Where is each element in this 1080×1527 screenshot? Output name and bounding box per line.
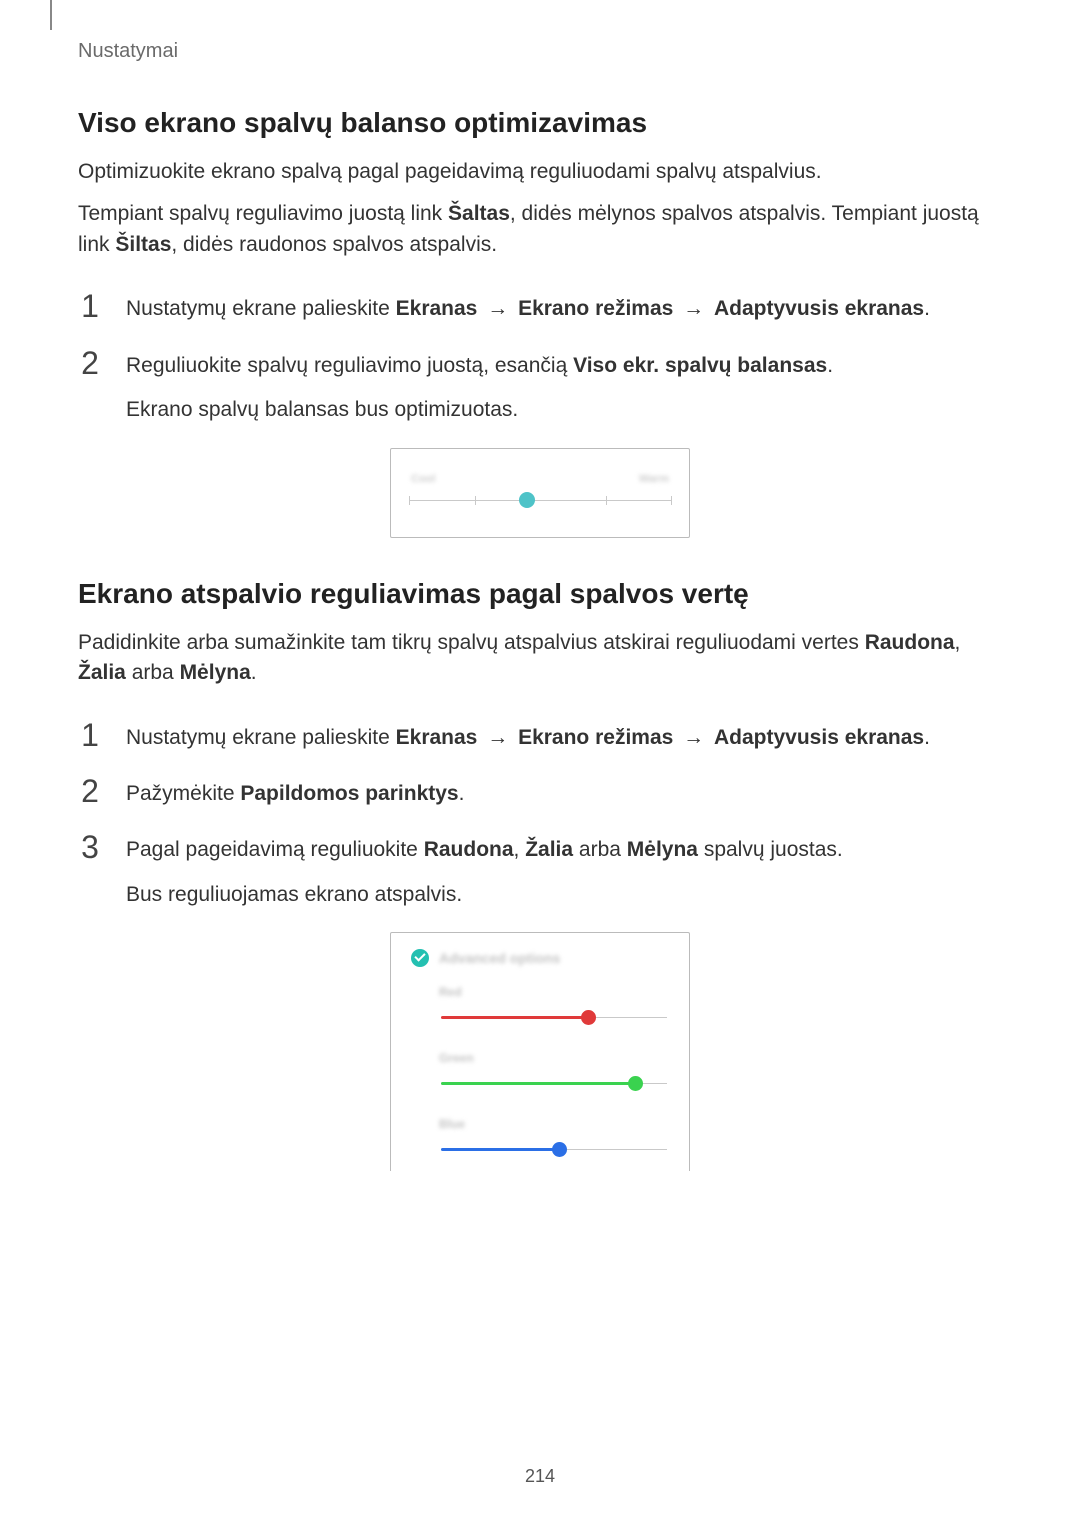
step-text: Nustatymų ekrane palieskite Ekranas → Ek… (126, 719, 1002, 753)
step-2: 2 Reguliuokite spalvų reguliavimo juostą… (78, 347, 1002, 426)
slider-red-container: Red (439, 985, 669, 1025)
step-number: 2 (78, 347, 102, 379)
slider-thumb[interactable] (519, 492, 535, 508)
text: Padidinkite arba sumažinkite tam tikrų s… (78, 631, 865, 654)
slider-thumb-red[interactable] (581, 1010, 596, 1025)
text: Nustatymų ekrane palieskite (126, 297, 396, 320)
step-1: 1 Nustatymų ekrane palieskite Ekranas → … (78, 290, 1002, 324)
heading-color-value: Ekrano atspalvio reguliavimas pagal spal… (78, 578, 1002, 610)
step-text: Reguliuokite spalvų reguliavimo juostą, … (126, 347, 1002, 426)
advanced-header[interactable]: Advanced options (411, 949, 669, 967)
slider-fill-green (441, 1082, 635, 1085)
slider-blue-container: Blue (439, 1117, 669, 1157)
step-subtext: Ekrano spalvų balansas bus optimizuotas. (126, 395, 1002, 425)
text: Nustatymų ekrane palieskite (126, 726, 396, 749)
bold-text: Ekranas (396, 297, 478, 320)
step-1: 1 Nustatymų ekrane palieskite Ekranas → … (78, 719, 1002, 753)
bold-text: Raudona (424, 838, 514, 861)
slider-fill-red (441, 1016, 588, 1019)
step-text: Nustatymų ekrane palieskite Ekranas → Ek… (126, 290, 1002, 324)
slider-label-green: Green (439, 1051, 669, 1065)
slider-label-right: Warm (639, 473, 669, 485)
arrow-icon: → (483, 723, 512, 753)
bold-text: Šiltas (115, 233, 171, 256)
arrow-icon: → (679, 723, 708, 753)
slider-tick (475, 496, 476, 505)
slider-track-blue[interactable] (441, 1143, 667, 1157)
advanced-title: Advanced options (439, 950, 560, 966)
text: . (251, 661, 257, 684)
slider-tick (671, 496, 672, 505)
page-side-rule (50, 0, 52, 30)
text: , (514, 838, 526, 861)
paragraph: Padidinkite arba sumažinkite tam tikrų s… (78, 628, 1002, 689)
slider-fill-blue (441, 1148, 559, 1151)
step-text: Pagal pageidavimą reguliuokite Raudona, … (126, 831, 1002, 910)
step-2: 2 Pažymėkite Papildomos parinktys. (78, 775, 1002, 809)
bold-text: Žalia (78, 661, 126, 684)
slider-track[interactable] (409, 495, 671, 507)
bold-text: Mėlyna (180, 661, 251, 684)
figure-color-balance-slider: Cool Warm (390, 448, 690, 538)
page-number: 214 (0, 1466, 1080, 1487)
slider-tick (606, 496, 607, 505)
text: Pagal pageidavimą reguliuokite (126, 838, 424, 861)
text: Reguliuokite spalvų reguliavimo juostą, … (126, 354, 573, 377)
bold-text: Raudona (865, 631, 955, 654)
text: . (924, 726, 930, 749)
bold-text: Ekrano režimas (518, 726, 673, 749)
bold-text: Papildomos parinktys (240, 782, 458, 805)
slider-thumb-green[interactable] (628, 1076, 643, 1091)
bold-text: Adaptyvusis ekranas (714, 297, 924, 320)
text: arba (573, 838, 627, 861)
bold-text: Viso ekr. spalvų balansas (573, 354, 827, 377)
slider-track-red[interactable] (441, 1011, 667, 1025)
slider-labels: Cool Warm (407, 473, 673, 485)
slider-line (409, 500, 671, 501)
step-number: 3 (78, 831, 102, 863)
text: arba (126, 661, 180, 684)
step-subtext: Bus reguliuojamas ekrano atspalvis. (126, 880, 1002, 910)
bold-text: Šaltas (448, 202, 510, 225)
checkmark-icon[interactable] (411, 949, 429, 967)
text: Tempiant spalvų reguliavimo juostą link (78, 202, 448, 225)
slider-green-container: Green (439, 1051, 669, 1091)
slider-label-red: Red (439, 985, 669, 999)
arrow-icon: → (679, 294, 708, 324)
step-number: 1 (78, 290, 102, 322)
heading-color-balance: Viso ekrano spalvų balanso optimizavimas (78, 107, 1002, 139)
slider-label-blue: Blue (439, 1117, 669, 1131)
paragraph: Optimizuokite ekrano spalvą pagal pageid… (78, 157, 1002, 187)
bold-text: Ekranas (396, 726, 478, 749)
step-number: 2 (78, 775, 102, 807)
step-3: 3 Pagal pageidavimą reguliuokite Raudona… (78, 831, 1002, 910)
text: , didės raudonos spalvos atspalvis. (171, 233, 497, 256)
bold-text: Adaptyvusis ekranas (714, 726, 924, 749)
page-content: Nustatymai Viso ekrano spalvų balanso op… (0, 0, 1080, 1171)
page-section-label: Nustatymai (78, 40, 1002, 63)
text: Pažymėkite (126, 782, 240, 805)
bold-text: Žalia (525, 838, 573, 861)
text: , (955, 631, 961, 654)
arrow-icon: → (483, 294, 512, 324)
step-text: Pažymėkite Papildomos parinktys. (126, 775, 1002, 809)
slider-thumb-blue[interactable] (552, 1142, 567, 1157)
step-number: 1 (78, 719, 102, 751)
slider-label-left: Cool (411, 473, 435, 485)
slider-tick (409, 496, 410, 505)
text: spalvų juostas. (698, 838, 843, 861)
figure-advanced-options: Advanced options Red Green Blue (390, 932, 690, 1171)
text: . (827, 354, 833, 377)
slider-track-green[interactable] (441, 1077, 667, 1091)
bold-text: Mėlyna (627, 838, 698, 861)
text: . (459, 782, 465, 805)
paragraph: Tempiant spalvų reguliavimo juostą link … (78, 199, 1002, 260)
text: . (924, 297, 930, 320)
bold-text: Ekrano režimas (518, 297, 673, 320)
